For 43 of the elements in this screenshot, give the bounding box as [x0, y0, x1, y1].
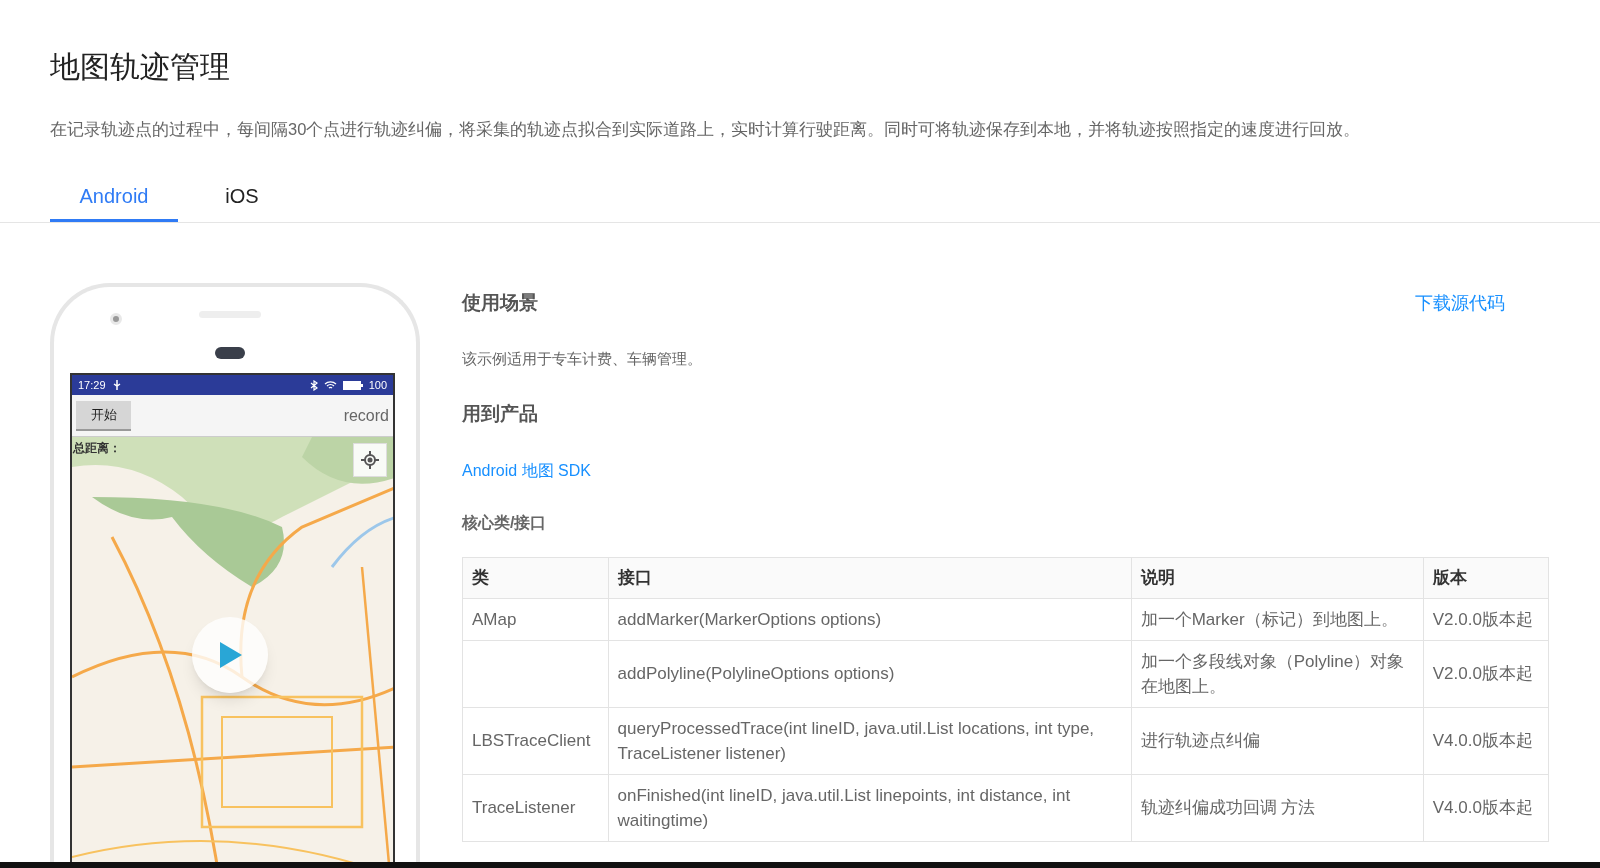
table-cell: V4.0.0版本起 [1432, 731, 1533, 750]
download-link[interactable]: 下载源代码 [1415, 289, 1505, 317]
play-icon [218, 642, 242, 668]
table-cell: V4.0.0版本起 [1432, 798, 1533, 817]
tab[interactable]: Android [50, 172, 178, 222]
table-cell: onFinished(int lineID, java.util.List linepoints, int distance, int waitingtime) [617, 785, 1071, 830]
column-header: 说明 [1131, 557, 1424, 598]
table-cell: V2.0.0版本起 [1432, 664, 1533, 683]
status-time: 17:29 [78, 377, 106, 393]
battery-level: 100 [368, 377, 387, 393]
section-heading: 用到产品 [462, 402, 539, 426]
tab[interactable]: iOS [178, 172, 306, 222]
table-cell: 进行轨迹点纠偏 [1140, 731, 1260, 750]
subsection-heading: 核心类/接口 [462, 512, 548, 533]
product-link[interactable]: Android 地图 SDK [462, 461, 591, 479]
page-title: 地图轨迹管理 [50, 49, 231, 85]
wifi-icon [323, 380, 337, 390]
locate-icon [361, 451, 379, 469]
table-cell: addMarker(MarkerOptions options) [617, 609, 882, 629]
table-cell: AMap [472, 609, 517, 629]
table-cell: 加一个Marker（标记）到地图上。 [1140, 609, 1398, 629]
page-description: 在记录轨迹点的过程中，每间隔30个点进行轨迹纠偏，将采集的轨迹点拟合到实际道路上，实时计算行驶距离。同时可将轨迹保存到本地，并将轨迹按照指定的速度进行回放。 [50, 119, 1362, 140]
app-title: record [343, 405, 389, 426]
scene-text: 该示例适用于专车计费、车辆管理。 [462, 348, 703, 369]
table-cell: TraceListener [472, 798, 576, 817]
section-heading: 使用场景 [462, 291, 538, 315]
distance-label: 总距离： [73, 440, 121, 457]
usb-icon [111, 380, 122, 390]
start-button[interactable]: 开始 [76, 400, 131, 431]
column-header: 类 [462, 557, 609, 598]
bluetooth-icon [309, 379, 318, 391]
battery-icon [342, 380, 363, 390]
table-cell: 加一个多段线对象（Polyline）对象在地图上。 [1140, 651, 1405, 696]
table-cell: LBSTraceClient [472, 731, 591, 750]
table-cell: addPolyline(PolylineOptions options) [617, 664, 895, 683]
table-cell: queryProcessedTrace(int lineID, java.util.List locations, int type, TraceListener listener) [617, 718, 1095, 763]
column-header: 接口 [608, 557, 1132, 598]
camera-icon [110, 313, 122, 325]
sensor-icon [215, 347, 245, 359]
locate-button[interactable] [353, 443, 387, 477]
column-header: 版本 [1423, 557, 1549, 598]
table-cell: V2.0.0版本起 [1432, 609, 1533, 629]
table-cell: 轨迹纠偏成功回调 方法 [1140, 798, 1316, 817]
